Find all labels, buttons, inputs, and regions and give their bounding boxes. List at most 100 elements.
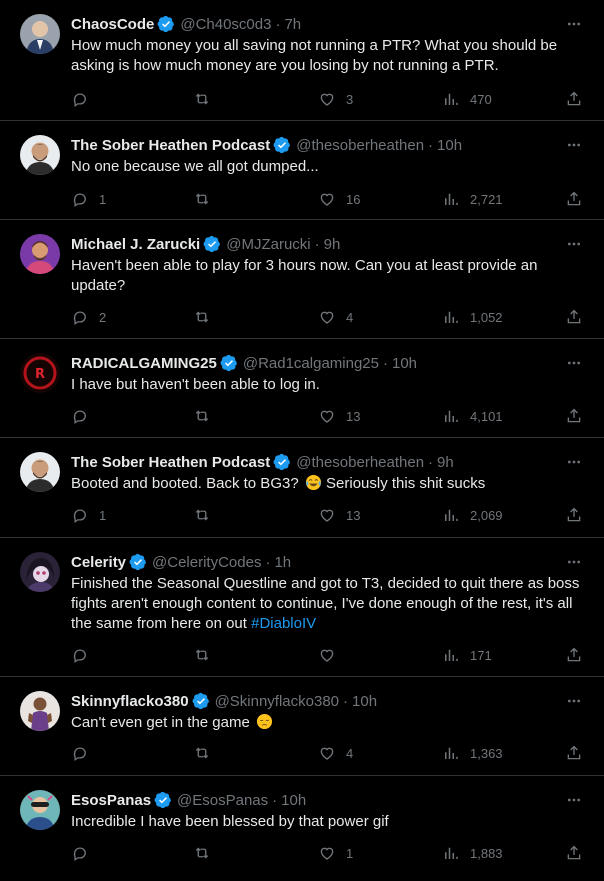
like-button[interactable]: 16 bbox=[318, 189, 360, 209]
reply-button[interactable]: 1 bbox=[71, 505, 106, 525]
avatar[interactable] bbox=[20, 135, 60, 175]
separator-dot: · bbox=[314, 235, 320, 253]
timestamp[interactable]: 10h bbox=[392, 355, 417, 372]
views-button[interactable]: 4,101 bbox=[442, 406, 503, 426]
author-name[interactable]: Skinnyflacko380 bbox=[71, 693, 189, 710]
verified-badge-icon bbox=[192, 692, 210, 710]
like-button[interactable]: 4 bbox=[318, 743, 353, 763]
reply-button[interactable] bbox=[71, 406, 99, 426]
more-options-icon[interactable] bbox=[564, 353, 584, 373]
like-button[interactable]: 13 bbox=[318, 505, 360, 525]
views-button[interactable]: 2,069 bbox=[442, 505, 503, 525]
share-button[interactable] bbox=[565, 843, 583, 863]
retweet-button[interactable] bbox=[193, 307, 221, 327]
author-name[interactable]: RADICALGAMING25 bbox=[71, 355, 217, 372]
more-options-icon[interactable] bbox=[564, 790, 584, 810]
avatar[interactable] bbox=[20, 452, 60, 492]
timestamp[interactable]: 1h bbox=[274, 554, 291, 571]
more-options-icon[interactable] bbox=[564, 452, 584, 472]
timestamp[interactable]: 9h bbox=[324, 236, 341, 253]
views-button[interactable]: 1,363 bbox=[442, 743, 503, 763]
separator-dot: · bbox=[275, 15, 281, 33]
tweet[interactable]: ChaosCode @Ch40sc0d3 · 7h How much money… bbox=[0, 0, 604, 121]
author-name[interactable]: EsosPanas bbox=[71, 792, 151, 809]
more-options-icon[interactable] bbox=[564, 135, 584, 155]
author-handle[interactable]: @MJZarucki bbox=[226, 236, 310, 253]
author-name[interactable]: The Sober Heathen Podcast bbox=[71, 137, 270, 154]
share-button[interactable] bbox=[565, 89, 583, 109]
retweet-button[interactable] bbox=[193, 505, 221, 525]
heart-icon bbox=[320, 747, 334, 760]
separator-dot: · bbox=[272, 791, 278, 809]
timestamp[interactable]: 10h bbox=[281, 792, 306, 809]
view-count: 470 bbox=[470, 91, 492, 107]
share-button[interactable] bbox=[565, 307, 583, 327]
share-button[interactable] bbox=[565, 645, 583, 665]
retweet-button[interactable] bbox=[193, 743, 221, 763]
views-button[interactable]: 470 bbox=[442, 89, 492, 109]
retweet-button[interactable] bbox=[193, 843, 221, 863]
avatar[interactable] bbox=[20, 234, 60, 274]
tweet[interactable]: Michael J. Zarucki @MJZarucki · 9h Haven… bbox=[0, 220, 604, 339]
tweet[interactable]: The Sober Heathen Podcast @thesoberheath… bbox=[0, 121, 604, 220]
like-button[interactable]: 3 bbox=[318, 89, 353, 109]
like-button[interactable]: 4 bbox=[318, 307, 353, 327]
retweet-button[interactable] bbox=[193, 89, 221, 109]
like-button[interactable]: 13 bbox=[318, 406, 360, 426]
reply-button[interactable] bbox=[71, 645, 99, 665]
timestamp[interactable]: 10h bbox=[352, 693, 377, 710]
author-handle[interactable]: @Ch40sc0d3 bbox=[180, 16, 271, 33]
like-button[interactable]: 1 bbox=[318, 843, 353, 863]
tweet[interactable]: R RADICALGAMING25 @Rad1calgaming25 · 10h… bbox=[0, 339, 604, 438]
author-handle[interactable]: @Skinnyflacko380 bbox=[215, 693, 339, 710]
avatar[interactable] bbox=[20, 691, 60, 731]
tweet[interactable]: Celerity @CelerityCodes · 1h Finished th… bbox=[0, 538, 604, 677]
more-options-icon[interactable] bbox=[564, 691, 584, 711]
share-button[interactable] bbox=[565, 505, 583, 525]
retweet-button[interactable] bbox=[193, 189, 221, 209]
reply-button[interactable] bbox=[71, 843, 99, 863]
author-name[interactable]: ChaosCode bbox=[71, 16, 154, 33]
timestamp[interactable]: 9h bbox=[437, 454, 454, 471]
like-button[interactable] bbox=[318, 645, 346, 665]
author-name[interactable]: The Sober Heathen Podcast bbox=[71, 454, 270, 471]
reply-button[interactable] bbox=[71, 743, 99, 763]
view-count: 171 bbox=[470, 647, 492, 663]
author-handle[interactable]: @thesoberheathen bbox=[296, 454, 424, 471]
more-options-icon[interactable] bbox=[564, 552, 584, 572]
avatar[interactable] bbox=[20, 14, 60, 54]
reply-button[interactable]: 2 bbox=[71, 307, 106, 327]
author-handle[interactable]: @Rad1calgaming25 bbox=[243, 355, 379, 372]
views-button[interactable]: 2,721 bbox=[442, 189, 503, 209]
tweet[interactable]: EsosPanas @EsosPanas · 10h Incredible I … bbox=[0, 776, 604, 881]
tweet-header: ChaosCode @Ch40sc0d3 · 7h bbox=[71, 14, 301, 34]
reply-button[interactable]: 1 bbox=[71, 189, 106, 209]
share-button[interactable] bbox=[565, 189, 583, 209]
views-button[interactable]: 1,883 bbox=[442, 843, 503, 863]
retweet-icon bbox=[195, 747, 209, 759]
view-count: 2,069 bbox=[470, 507, 503, 523]
tweet[interactable]: The Sober Heathen Podcast @thesoberheath… bbox=[0, 438, 604, 538]
author-handle[interactable]: @thesoberheathen bbox=[296, 137, 424, 154]
views-button[interactable]: 171 bbox=[442, 645, 492, 665]
share-button[interactable] bbox=[565, 743, 583, 763]
author-handle[interactable]: @CelerityCodes bbox=[152, 554, 261, 571]
avatar[interactable]: R bbox=[20, 353, 60, 393]
views-button[interactable]: 1,052 bbox=[442, 307, 503, 327]
more-options-icon[interactable] bbox=[564, 14, 584, 34]
reply-button[interactable] bbox=[71, 89, 99, 109]
more-options-icon[interactable] bbox=[564, 234, 584, 254]
author-name[interactable]: Celerity bbox=[71, 554, 126, 571]
retweet-button[interactable] bbox=[193, 406, 221, 426]
avatar[interactable] bbox=[20, 790, 60, 830]
author-handle[interactable]: @EsosPanas bbox=[177, 792, 268, 809]
retweet-button[interactable] bbox=[193, 645, 221, 665]
hashtag-link[interactable]: #DiabloIV bbox=[251, 615, 316, 632]
views-bar-chart-icon bbox=[445, 747, 458, 759]
timestamp[interactable]: 7h bbox=[284, 16, 301, 33]
timestamp[interactable]: 10h bbox=[437, 137, 462, 154]
tweet[interactable]: Skinnyflacko380 @Skinnyflacko380 · 10h C… bbox=[0, 677, 604, 776]
share-button[interactable] bbox=[565, 406, 583, 426]
author-name[interactable]: Michael J. Zarucki bbox=[71, 236, 200, 253]
avatar[interactable] bbox=[20, 552, 60, 592]
